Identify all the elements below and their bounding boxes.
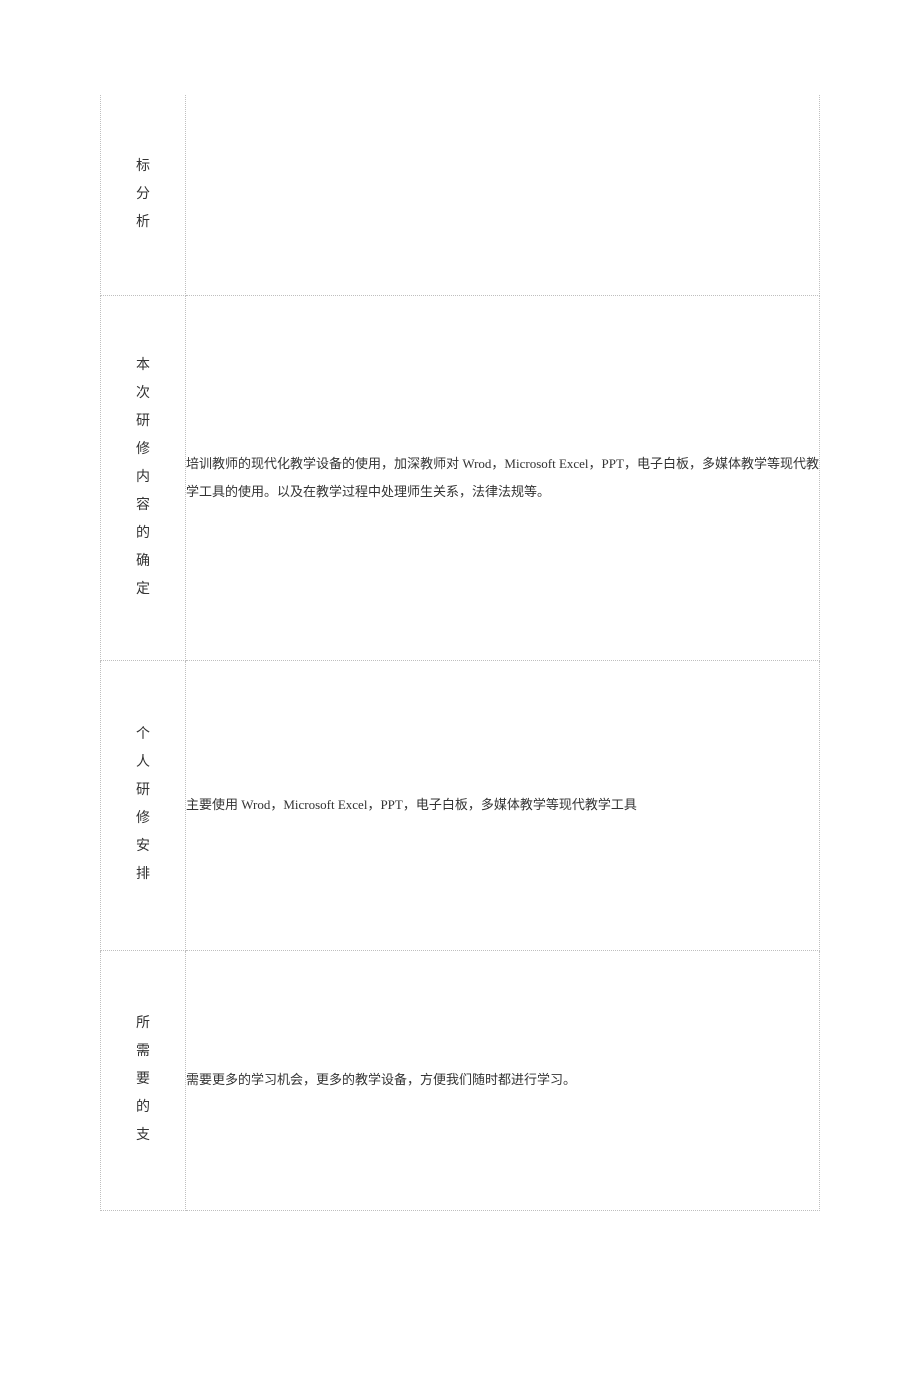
row-content-cell <box>186 95 820 295</box>
row-label-cell: 本次研修内容的确定 <box>101 295 186 660</box>
row-content-cell: 培训教师的现代化教学设备的使用，加深教师对 Wrod，Microsoft Exc… <box>186 295 820 660</box>
table-row: 本次研修内容的确定 培训教师的现代化教学设备的使用，加深教师对 Wrod，Mic… <box>101 295 820 660</box>
form-table: 标分析 本次研修内容的确定 培训教师的现代化教学设备的使用，加深教师对 Wrod… <box>100 95 820 1211</box>
table-row: 个人研修安排 主要使用 Wrod，Microsoft Excel，PPT，电子白… <box>101 660 820 950</box>
row-label: 个人研修安排 <box>136 721 150 889</box>
row-label-cell: 个人研修安排 <box>101 660 186 950</box>
row-content-cell: 需要更多的学习机会，更多的教学设备，方便我们随时都进行学习。 <box>186 950 820 1210</box>
row-label: 标分析 <box>136 153 150 237</box>
document-page: 标分析 本次研修内容的确定 培训教师的现代化教学设备的使用，加深教师对 Wrod… <box>0 95 920 1397</box>
table-row: 标分析 <box>101 95 820 295</box>
row-content: 需要更多的学习机会，更多的教学设备，方便我们随时都进行学习。 <box>186 1072 576 1087</box>
row-label: 本次研修内容的确定 <box>136 352 150 604</box>
row-label-cell: 标分析 <box>101 95 186 295</box>
row-content-cell: 主要使用 Wrod，Microsoft Excel，PPT，电子白板，多媒体教学… <box>186 660 820 950</box>
row-content: 培训教师的现代化教学设备的使用，加深教师对 Wrod，Microsoft Exc… <box>186 456 819 498</box>
row-content: 主要使用 Wrod，Microsoft Excel，PPT，电子白板，多媒体教学… <box>186 797 637 812</box>
row-label-cell: 所需要的支 <box>101 950 186 1210</box>
row-label: 所需要的支 <box>136 1010 150 1150</box>
table-row: 所需要的支 需要更多的学习机会，更多的教学设备，方便我们随时都进行学习。 <box>101 950 820 1210</box>
